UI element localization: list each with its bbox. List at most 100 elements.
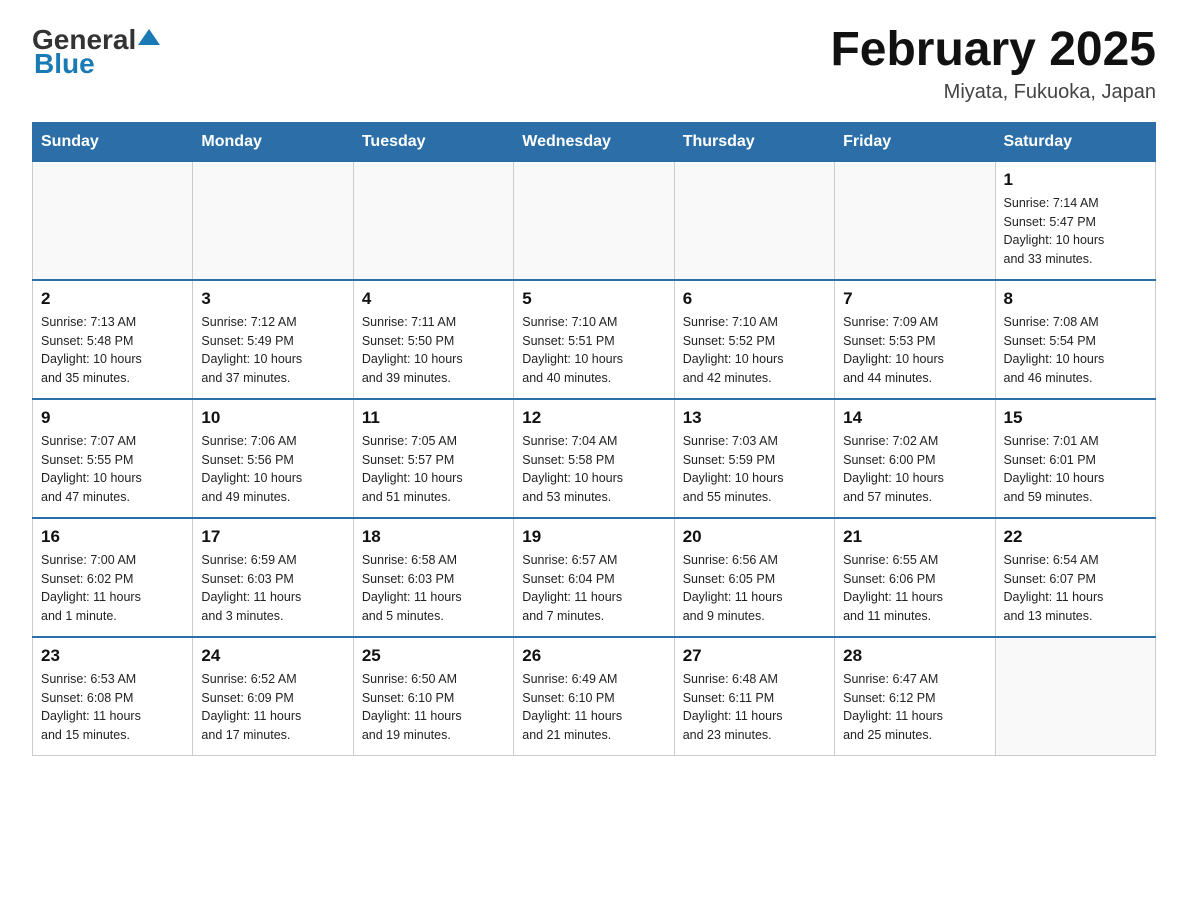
- day-info: Sunrise: 6:54 AMSunset: 6:07 PMDaylight:…: [1004, 551, 1147, 626]
- calendar-day-cell: 11 Sunrise: 7:05 AMSunset: 5:57 PMDayligh…: [353, 399, 513, 518]
- day-number: 8: [1004, 289, 1147, 309]
- calendar-day-cell: [193, 161, 353, 280]
- calendar-day-cell: 5 Sunrise: 7:10 AMSunset: 5:51 PMDaylight…: [514, 280, 674, 399]
- day-number: 24: [201, 646, 344, 666]
- calendar-week-row: 9 Sunrise: 7:07 AMSunset: 5:55 PMDaylight…: [33, 399, 1156, 518]
- calendar-day-cell: 15 Sunrise: 7:01 AMSunset: 6:01 PMDayligh…: [995, 399, 1155, 518]
- calendar-day-cell: 12 Sunrise: 7:04 AMSunset: 5:58 PMDayligh…: [514, 399, 674, 518]
- day-info: Sunrise: 6:59 AMSunset: 6:03 PMDaylight:…: [201, 551, 344, 626]
- day-number: 4: [362, 289, 505, 309]
- day-number: 11: [362, 408, 505, 428]
- day-info: Sunrise: 6:58 AMSunset: 6:03 PMDaylight:…: [362, 551, 505, 626]
- calendar-day-cell: 13 Sunrise: 7:03 AMSunset: 5:59 PMDayligh…: [674, 399, 834, 518]
- calendar-day-cell: 23 Sunrise: 6:53 AMSunset: 6:08 PMDayligh…: [33, 637, 193, 756]
- day-info: Sunrise: 6:47 AMSunset: 6:12 PMDaylight:…: [843, 670, 986, 745]
- calendar-day-cell: 7 Sunrise: 7:09 AMSunset: 5:53 PMDaylight…: [835, 280, 995, 399]
- day-number: 23: [41, 646, 184, 666]
- day-info: Sunrise: 6:56 AMSunset: 6:05 PMDaylight:…: [683, 551, 826, 626]
- calendar-week-row: 23 Sunrise: 6:53 AMSunset: 6:08 PMDayligh…: [33, 637, 1156, 756]
- calendar-day-cell: [514, 161, 674, 280]
- logo-triangle-icon: [138, 29, 160, 45]
- day-info: Sunrise: 6:48 AMSunset: 6:11 PMDaylight:…: [683, 670, 826, 745]
- day-number: 7: [843, 289, 986, 309]
- day-info: Sunrise: 7:01 AMSunset: 6:01 PMDaylight:…: [1004, 432, 1147, 507]
- day-info: Sunrise: 6:57 AMSunset: 6:04 PMDaylight:…: [522, 551, 665, 626]
- day-number: 6: [683, 289, 826, 309]
- calendar-day-cell: [674, 161, 834, 280]
- day-info: Sunrise: 7:07 AMSunset: 5:55 PMDaylight:…: [41, 432, 184, 507]
- day-number: 19: [522, 527, 665, 547]
- day-info: Sunrise: 7:09 AMSunset: 5:53 PMDaylight:…: [843, 313, 986, 388]
- calendar-day-cell: 6 Sunrise: 7:10 AMSunset: 5:52 PMDaylight…: [674, 280, 834, 399]
- day-info: Sunrise: 7:02 AMSunset: 6:00 PMDaylight:…: [843, 432, 986, 507]
- calendar-week-row: 16 Sunrise: 7:00 AMSunset: 6:02 PMDayligh…: [33, 518, 1156, 637]
- day-info: Sunrise: 7:14 AMSunset: 5:47 PMDaylight:…: [1004, 194, 1147, 269]
- day-header-sunday: Sunday: [33, 122, 193, 161]
- calendar-day-cell: 20 Sunrise: 6:56 AMSunset: 6:05 PMDayligh…: [674, 518, 834, 637]
- calendar-day-cell: 25 Sunrise: 6:50 AMSunset: 6:10 PMDayligh…: [353, 637, 513, 756]
- day-number: 28: [843, 646, 986, 666]
- calendar-day-cell: 4 Sunrise: 7:11 AMSunset: 5:50 PMDaylight…: [353, 280, 513, 399]
- calendar-table: SundayMondayTuesdayWednesdayThursdayFrid…: [32, 122, 1156, 756]
- calendar-day-cell: [353, 161, 513, 280]
- day-number: 13: [683, 408, 826, 428]
- day-info: Sunrise: 6:53 AMSunset: 6:08 PMDaylight:…: [41, 670, 184, 745]
- day-number: 3: [201, 289, 344, 309]
- calendar-day-cell: 24 Sunrise: 6:52 AMSunset: 6:09 PMDayligh…: [193, 637, 353, 756]
- day-header-tuesday: Tuesday: [353, 122, 513, 161]
- day-info: Sunrise: 7:05 AMSunset: 5:57 PMDaylight:…: [362, 432, 505, 507]
- day-info: Sunrise: 7:11 AMSunset: 5:50 PMDaylight:…: [362, 313, 505, 388]
- calendar-day-cell: 22 Sunrise: 6:54 AMSunset: 6:07 PMDayligh…: [995, 518, 1155, 637]
- calendar-day-cell: [33, 161, 193, 280]
- calendar-day-cell: 27 Sunrise: 6:48 AMSunset: 6:11 PMDayligh…: [674, 637, 834, 756]
- calendar-day-cell: 19 Sunrise: 6:57 AMSunset: 6:04 PMDayligh…: [514, 518, 674, 637]
- day-info: Sunrise: 6:49 AMSunset: 6:10 PMDaylight:…: [522, 670, 665, 745]
- day-info: Sunrise: 7:10 AMSunset: 5:51 PMDaylight:…: [522, 313, 665, 388]
- day-number: 10: [201, 408, 344, 428]
- day-info: Sunrise: 6:55 AMSunset: 6:06 PMDaylight:…: [843, 551, 986, 626]
- day-number: 12: [522, 408, 665, 428]
- day-number: 2: [41, 289, 184, 309]
- day-number: 18: [362, 527, 505, 547]
- calendar-day-cell: 26 Sunrise: 6:49 AMSunset: 6:10 PMDayligh…: [514, 637, 674, 756]
- calendar-subtitle: Miyata, Fukuoka, Japan: [830, 81, 1156, 104]
- day-number: 9: [41, 408, 184, 428]
- day-info: Sunrise: 7:03 AMSunset: 5:59 PMDaylight:…: [683, 432, 826, 507]
- day-header-thursday: Thursday: [674, 122, 834, 161]
- logo: General Blue: [32, 24, 160, 80]
- day-header-saturday: Saturday: [995, 122, 1155, 161]
- calendar-header-row: SundayMondayTuesdayWednesdayThursdayFrid…: [33, 122, 1156, 161]
- day-number: 20: [683, 527, 826, 547]
- calendar-day-cell: 28 Sunrise: 6:47 AMSunset: 6:12 PMDayligh…: [835, 637, 995, 756]
- day-info: Sunrise: 7:00 AMSunset: 6:02 PMDaylight:…: [41, 551, 184, 626]
- day-header-monday: Monday: [193, 122, 353, 161]
- day-number: 27: [683, 646, 826, 666]
- calendar-day-cell: [995, 637, 1155, 756]
- day-info: Sunrise: 7:10 AMSunset: 5:52 PMDaylight:…: [683, 313, 826, 388]
- day-number: 25: [362, 646, 505, 666]
- day-info: Sunrise: 7:13 AMSunset: 5:48 PMDaylight:…: [41, 313, 184, 388]
- day-info: Sunrise: 7:04 AMSunset: 5:58 PMDaylight:…: [522, 432, 665, 507]
- calendar-day-cell: 2 Sunrise: 7:13 AMSunset: 5:48 PMDaylight…: [33, 280, 193, 399]
- calendar-day-cell: 17 Sunrise: 6:59 AMSunset: 6:03 PMDayligh…: [193, 518, 353, 637]
- day-info: Sunrise: 6:50 AMSunset: 6:10 PMDaylight:…: [362, 670, 505, 745]
- day-number: 16: [41, 527, 184, 547]
- calendar-day-cell: 18 Sunrise: 6:58 AMSunset: 6:03 PMDayligh…: [353, 518, 513, 637]
- page-header: General Blue February 2025 Miyata, Fukuo…: [32, 24, 1156, 104]
- calendar-day-cell: [835, 161, 995, 280]
- day-number: 5: [522, 289, 665, 309]
- calendar-day-cell: 16 Sunrise: 7:00 AMSunset: 6:02 PMDayligh…: [33, 518, 193, 637]
- calendar-day-cell: 8Sunrise: 7:08 AMSunset: 5:54 PMDaylight…: [995, 280, 1155, 399]
- calendar-title: February 2025: [830, 24, 1156, 77]
- day-info: Sunrise: 6:52 AMSunset: 6:09 PMDaylight:…: [201, 670, 344, 745]
- day-number: 14: [843, 408, 986, 428]
- day-info: Sunrise: 7:06 AMSunset: 5:56 PMDaylight:…: [201, 432, 344, 507]
- calendar-week-row: 2 Sunrise: 7:13 AMSunset: 5:48 PMDaylight…: [33, 280, 1156, 399]
- day-info: Sunrise: 7:12 AMSunset: 5:49 PMDaylight:…: [201, 313, 344, 388]
- day-number: 22: [1004, 527, 1147, 547]
- title-block: February 2025 Miyata, Fukuoka, Japan: [830, 24, 1156, 104]
- calendar-day-cell: 14 Sunrise: 7:02 AMSunset: 6:00 PMDayligh…: [835, 399, 995, 518]
- day-number: 17: [201, 527, 344, 547]
- day-number: 15: [1004, 408, 1147, 428]
- day-number: 26: [522, 646, 665, 666]
